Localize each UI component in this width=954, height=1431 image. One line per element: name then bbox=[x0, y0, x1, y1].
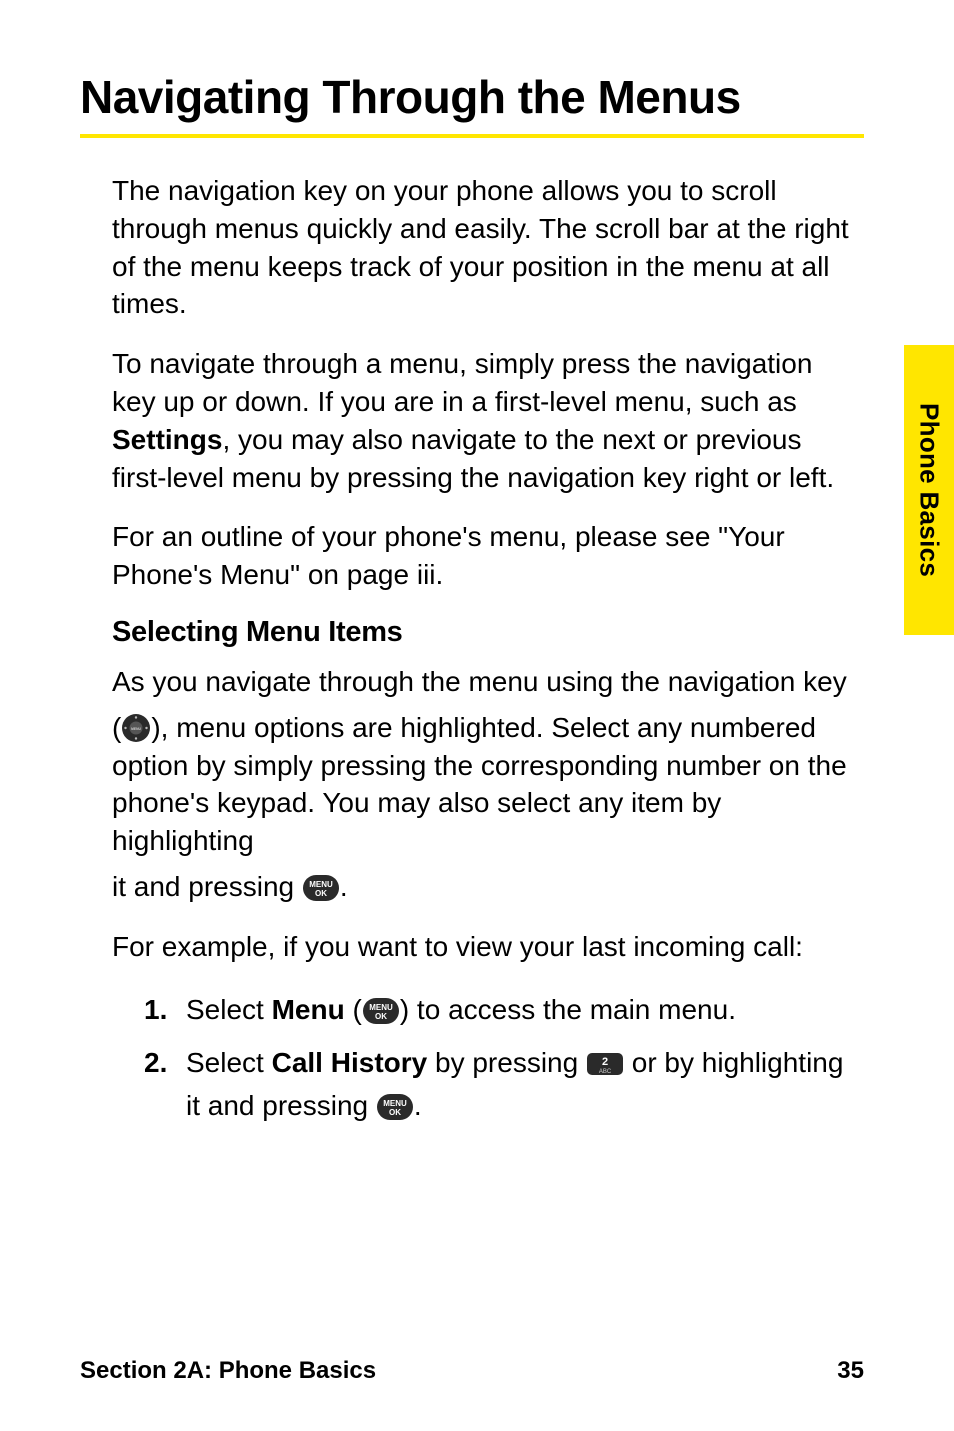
text: Select bbox=[186, 994, 272, 1025]
page-title: Navigating Through the Menus bbox=[80, 70, 864, 124]
list-item: 1. Select Menu ( ) to access the main men… bbox=[144, 988, 852, 1031]
list-item: 2. Select Call History by pressing or by… bbox=[144, 1041, 852, 1128]
settings-label: Settings bbox=[112, 424, 222, 455]
footer-page-number: 35 bbox=[837, 1357, 864, 1385]
text: by pressing bbox=[427, 1047, 586, 1078]
paragraph-2: To navigate through a menu, simply press… bbox=[112, 345, 852, 496]
paragraph-7: For example, if you want to view your la… bbox=[112, 928, 852, 966]
text: . bbox=[340, 871, 348, 902]
side-tab: Phone Basics bbox=[904, 345, 954, 635]
text: ( bbox=[112, 712, 121, 743]
footer-section: Section 2A: Phone Basics bbox=[80, 1357, 376, 1385]
menu-ok-icon bbox=[376, 1090, 414, 1118]
nav-key-icon bbox=[121, 713, 151, 743]
subheading: Selecting Menu Items bbox=[112, 616, 852, 649]
page: Navigating Through the Menus The navigat… bbox=[0, 0, 954, 1431]
text: . bbox=[414, 1090, 422, 1121]
menu-ok-icon bbox=[302, 874, 340, 902]
step-number: 1. bbox=[144, 988, 186, 1031]
text: To navigate through a menu, simply press… bbox=[112, 348, 812, 417]
side-tab-label: Phone Basics bbox=[914, 403, 945, 577]
menu-label: Menu bbox=[272, 994, 345, 1025]
paragraph-5: (), menu options are highlighted. Select… bbox=[112, 709, 852, 860]
menu-ok-icon bbox=[362, 994, 400, 1022]
content-area: The navigation key on your phone allows … bbox=[80, 172, 864, 1128]
page-footer: Section 2A: Phone Basics 35 bbox=[80, 1357, 864, 1385]
steps-list: 1. Select Menu ( ) to access the main men… bbox=[144, 988, 852, 1128]
call-history-label: Call History bbox=[272, 1047, 428, 1078]
keypad-2-icon bbox=[586, 1045, 624, 1069]
text: ( bbox=[345, 994, 362, 1025]
text: ) to access the main menu. bbox=[400, 994, 736, 1025]
text: Select bbox=[186, 1047, 272, 1078]
text: ), menu options are highlighted. Select … bbox=[112, 712, 847, 856]
text: it and pressing bbox=[112, 871, 302, 902]
paragraph-6: it and pressing . bbox=[112, 868, 852, 906]
paragraph-3: For an outline of your phone's menu, ple… bbox=[112, 518, 852, 594]
paragraph-4: As you navigate through the menu using t… bbox=[112, 663, 852, 701]
title-underline bbox=[80, 134, 864, 138]
paragraph-1: The navigation key on your phone allows … bbox=[112, 172, 852, 323]
step-text: Select Menu ( ) to access the main menu. bbox=[186, 988, 852, 1031]
step-number: 2. bbox=[144, 1041, 186, 1084]
step-text: Select Call History by pressing or by hi… bbox=[186, 1041, 852, 1128]
